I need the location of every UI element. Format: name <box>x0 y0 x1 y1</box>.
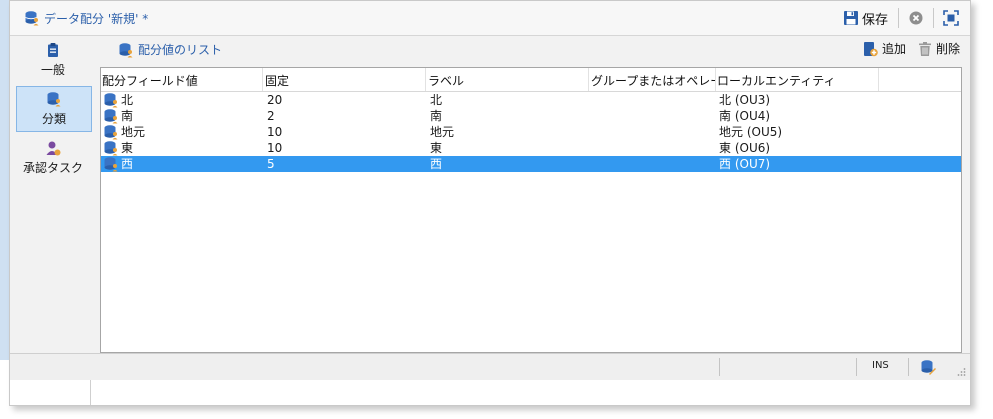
database-user-icon <box>119 42 133 57</box>
resize-grip-icon[interactable] <box>956 367 966 377</box>
table-cell-entity: 地元 (OU5) <box>719 125 783 139</box>
column-divider <box>425 68 426 91</box>
table-cell-entity: 西 (OU7) <box>719 157 771 171</box>
table-cell-entity: 北 (OU3) <box>719 93 771 107</box>
table-cell-label: 東 <box>430 141 443 155</box>
column-header-group[interactable]: グループまたはオペレー… <box>591 72 715 88</box>
table-cell-value: 東 <box>121 141 134 155</box>
clipboard-icon <box>48 43 58 57</box>
maximize-button[interactable] <box>940 7 962 29</box>
sidebar-item-label: 分類 <box>41 112 66 126</box>
database-user-icon <box>104 109 118 124</box>
table-cell-label: 北 <box>430 93 443 107</box>
floppy-disk-icon <box>843 11 858 25</box>
column-header-value[interactable]: 配分フィールド値 <box>102 72 262 88</box>
table-row[interactable]: 地元 10 地元 地元 (OU5) <box>101 124 961 140</box>
bottom-divider <box>90 380 91 405</box>
database-user-icon <box>104 141 118 156</box>
table-cell-group <box>593 156 713 172</box>
title-bar: データ配分 '新規' * 保存 <box>10 1 970 36</box>
database-user-icon <box>104 93 118 108</box>
table-cell-value: 地元 <box>121 125 146 139</box>
status-divider <box>908 358 909 376</box>
save-label: 保存 <box>861 12 888 28</box>
maximize-icon <box>943 10 959 26</box>
status-divider <box>719 358 720 376</box>
window-title: データ配分 '新規' * <box>44 12 149 26</box>
table-cell-fixed: 10 <box>267 125 283 139</box>
add-button[interactable]: 追加 <box>862 40 906 57</box>
column-header-fixed[interactable]: 固定 <box>265 72 425 88</box>
user-approval-icon <box>46 141 61 156</box>
database-user-icon <box>25 11 39 26</box>
database-user-icon <box>104 157 118 172</box>
window-bottom-area <box>10 380 970 405</box>
add-label: 追加 <box>881 42 906 56</box>
toolbar-separator <box>933 8 934 28</box>
sidebar-item-label: 承認タスク <box>22 161 83 175</box>
column-header-entity[interactable]: ローカルエンティティ <box>717 72 877 88</box>
table-cell-group <box>593 140 713 156</box>
table-cell-fixed: 20 <box>267 93 283 107</box>
table-cell-group <box>593 92 713 108</box>
sidebar-item-label: 一般 <box>40 63 65 77</box>
table-cell-entity: 南 (OU4) <box>719 109 771 123</box>
table-cell-value: 北 <box>121 93 134 107</box>
column-divider <box>878 68 879 91</box>
table-cell-label: 南 <box>430 109 443 123</box>
data-distribution-window: データ配分 '新規' * 保存 一般 分類 承認タスク 配分値のリスト 追加 削… <box>9 0 971 406</box>
sidebar-item-approval-tasks[interactable]: 承認タスク <box>16 136 90 180</box>
table-cell-value: 南 <box>121 109 134 123</box>
status-bar: INS <box>10 353 970 380</box>
table-cell-group <box>593 108 713 124</box>
table-row[interactable]: 西 5 西 西 (OU7) <box>101 156 961 172</box>
table-cell-group <box>593 124 713 140</box>
sidebar-item-general[interactable]: 一般 <box>16 38 90 82</box>
insert-mode-indicator: INS <box>872 360 889 371</box>
panel-actions: 追加 削除 <box>862 40 960 57</box>
panel-header: 配分値のリスト 追加 削除 <box>102 36 968 64</box>
status-divider <box>856 358 857 376</box>
distribution-values-table: 配分フィールド値 固定 ラベル グループまたはオペレー… ローカルエンティティ … <box>100 67 962 353</box>
close-circle-icon <box>909 11 923 25</box>
panel-title: 配分値のリスト <box>138 43 223 57</box>
table-cell-entity: 東 (OU6) <box>719 141 771 155</box>
table-cell-fixed: 5 <box>267 157 275 171</box>
title-toolbar: 保存 <box>839 6 962 30</box>
column-header-label[interactable]: ラベル <box>428 72 588 88</box>
column-divider <box>262 68 263 91</box>
column-divider <box>715 68 716 91</box>
table-row[interactable]: 北 20 北 北 (OU3) <box>101 92 961 108</box>
panel-title-group: 配分値のリスト <box>118 41 222 58</box>
sidebar-item-classification[interactable]: 分類 <box>16 86 92 132</box>
table-cell-fixed: 10 <box>267 141 283 155</box>
column-divider <box>588 68 589 91</box>
table-row[interactable]: 東 10 東 東 (OU6) <box>101 140 961 156</box>
delete-button[interactable]: 削除 <box>918 40 960 57</box>
toolbar-separator <box>898 8 899 28</box>
add-document-icon <box>863 41 878 56</box>
table-cell-value: 西 <box>121 157 134 171</box>
close-circle-button[interactable] <box>905 7 927 29</box>
delete-label: 削除 <box>935 42 960 56</box>
table-header: 配分フィールド値 固定 ラベル グループまたはオペレー… ローカルエンティティ <box>101 68 961 92</box>
database-edit-icon[interactable] <box>920 359 936 375</box>
table-cell-fixed: 2 <box>267 109 275 123</box>
sidebar: 一般 分類 承認タスク <box>10 36 100 351</box>
database-user-icon <box>47 92 61 107</box>
trash-icon <box>918 41 931 56</box>
database-user-icon <box>104 125 118 140</box>
table-cell-label: 地元 <box>430 125 455 139</box>
save-button[interactable]: 保存 <box>839 7 892 29</box>
table-row[interactable]: 南 2 南 南 (OU4) <box>101 108 961 124</box>
table-cell-label: 西 <box>430 157 443 171</box>
